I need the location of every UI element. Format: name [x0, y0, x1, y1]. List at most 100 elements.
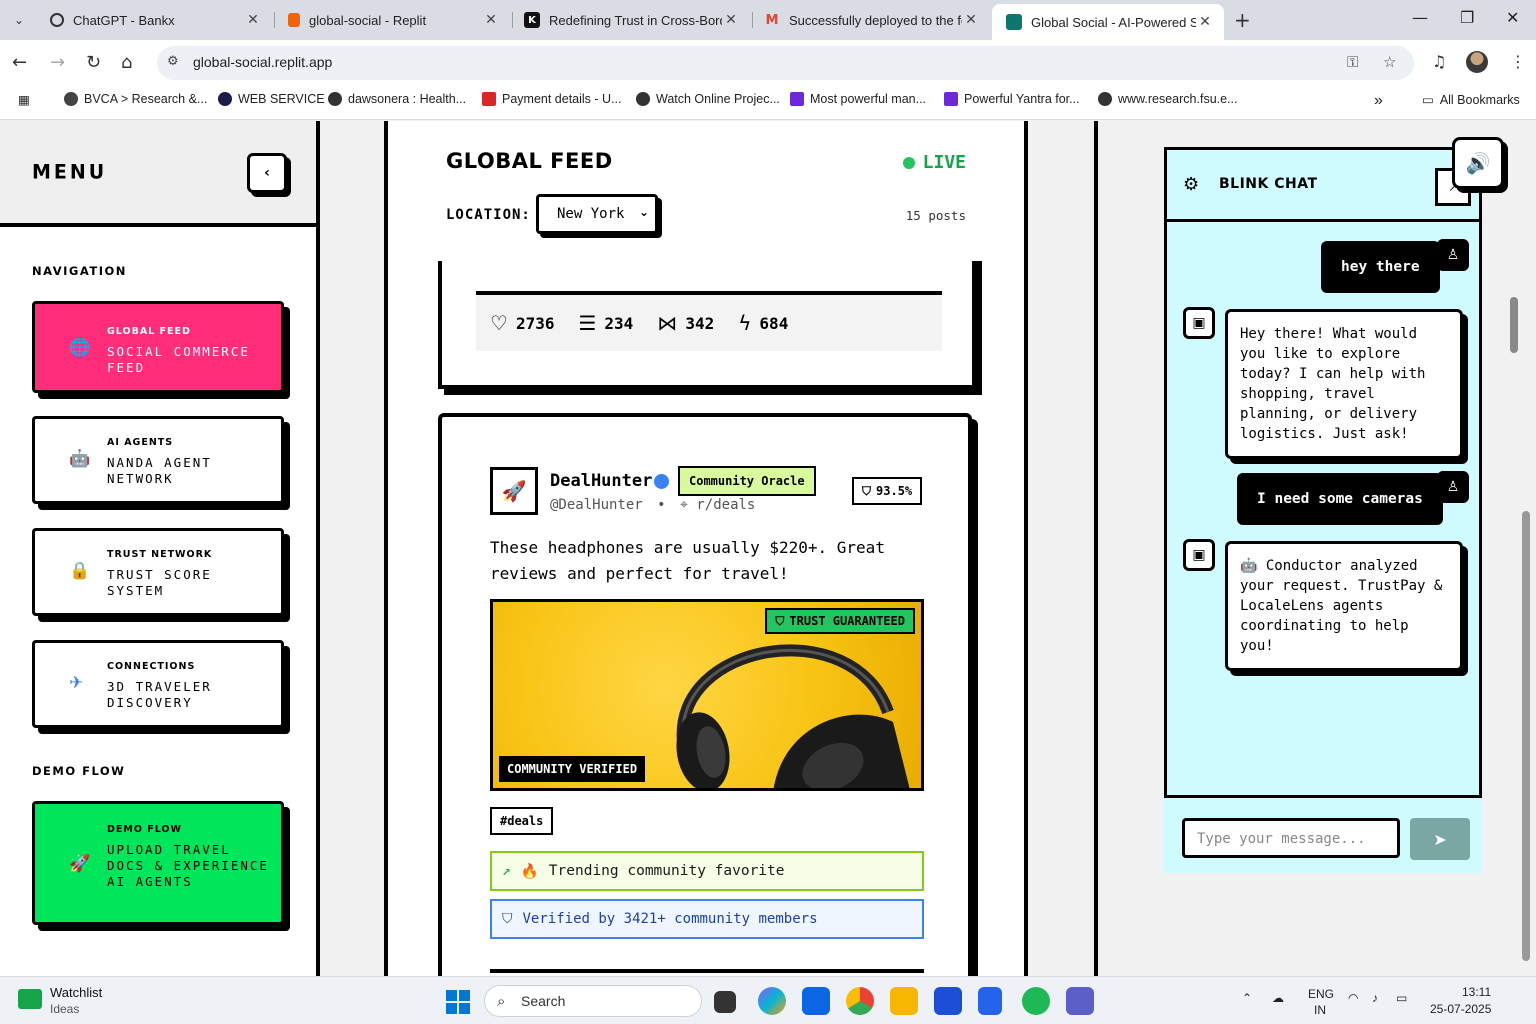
- hashtag-chip[interactable]: #deals: [490, 807, 554, 835]
- rocket-avatar-icon[interactable]: 🚀: [490, 467, 538, 515]
- tab-title: Redefining Trust in Cross-Borde: [549, 12, 722, 28]
- post-username[interactable]: DealHunter: [550, 471, 652, 491]
- tab-close-icon[interactable]: ✕: [244, 12, 262, 28]
- copilot-icon[interactable]: [758, 987, 786, 1015]
- nav-key: TRUST NETWORK: [107, 549, 213, 560]
- bookmark-web-service[interactable]: WEB SERVICE: [218, 92, 325, 106]
- bookmark-most-powerful[interactable]: Most powerful man...: [790, 92, 926, 106]
- trello-icon[interactable]: [802, 987, 830, 1015]
- bot-message-text: Conductor analyzed your request. TrustPa…: [1240, 558, 1443, 654]
- chat-title: BLINK CHAT: [1219, 176, 1318, 192]
- bookmark-star-icon[interactable]: ☆: [1383, 53, 1396, 71]
- nav-connections[interactable]: ✈ CONNECTIONS 3D TRAVELER DISCOVERY: [32, 640, 284, 728]
- page-scroll-thumb[interactable]: [1522, 511, 1530, 961]
- clock-date[interactable]: 25-07-2025: [1430, 1002, 1491, 1016]
- tab-close-icon[interactable]: ✕: [722, 12, 740, 28]
- back-icon[interactable]: ←: [12, 52, 27, 73]
- reload-icon[interactable]: ↻: [86, 52, 101, 73]
- file-explorer-icon[interactable]: [890, 987, 918, 1015]
- chat-scroll-thumb[interactable]: [1510, 297, 1518, 353]
- nav-value: TRUST SCORE SYSTEM: [107, 567, 212, 598]
- bookmark-payment[interactable]: Payment details - U...: [482, 92, 622, 106]
- post-community[interactable]: r/deals: [696, 497, 755, 513]
- nav-key: DEMO FLOW: [107, 824, 182, 835]
- bookmark-watch-online[interactable]: Watch Online Projec...: [636, 92, 780, 106]
- tab-close-icon[interactable]: ✕: [962, 12, 980, 28]
- home-icon[interactable]: ⌂: [121, 52, 132, 73]
- password-key-icon[interactable]: ⚿: [1347, 53, 1358, 71]
- bot-message: 🤖 Conductor analyzed your request. Trust…: [1225, 541, 1463, 671]
- bookmark-label: dawsonera : Health...: [348, 92, 467, 106]
- tab-gmail[interactable]: M Successfully deployed to the fo ✕: [750, 4, 990, 36]
- collapse-sidebar-button[interactable]: ‹: [247, 153, 287, 193]
- bookmark-powerful-yantra[interactable]: Powerful Yantra for...: [944, 92, 1080, 106]
- bookmark-dawsonera[interactable]: dawsonera : Health...: [328, 92, 466, 106]
- send-button[interactable]: ➤: [1410, 818, 1470, 860]
- global-feed-panel: ♡ 2736 ☰ 234 ⋈ 342 ϟ 684 GLOBAL FEED LIVE LO…: [384, 121, 1028, 976]
- nav-global-feed[interactable]: 🌐 GLOBAL FEED SOCIAL COMMERCE FEED: [32, 301, 284, 393]
- comment-stat[interactable]: ☰ 234: [578, 311, 633, 335]
- store-icon[interactable]: [934, 987, 962, 1015]
- all-bookmarks[interactable]: ▭ All Bookmarks: [1422, 92, 1520, 108]
- more-bookmarks-icon[interactable]: »: [1374, 92, 1383, 110]
- bookmark-bvca[interactable]: BVCA > Research &...: [64, 92, 207, 106]
- volume-icon[interactable]: ♪: [1372, 991, 1378, 1005]
- bookmark-research-fsu[interactable]: www.research.fsu.e...: [1098, 92, 1238, 106]
- shield-icon: ⛉: [502, 911, 513, 927]
- boost-stat[interactable]: ϟ 684: [738, 311, 788, 335]
- chrome-icon[interactable]: [846, 987, 874, 1015]
- address-bar[interactable]: ⚙ global-social.replit.app ⚿ ☆: [157, 46, 1414, 80]
- tab-global-social[interactable]: Global Social - AI-Powered Soc ✕: [992, 4, 1224, 40]
- tab-close-icon[interactable]: ✕: [482, 12, 500, 28]
- apps-grid-icon[interactable]: ▦: [18, 92, 30, 107]
- community-oracle-badge: Community Oracle: [678, 466, 816, 496]
- nav-key: GLOBAL FEED: [107, 326, 191, 337]
- spotify-icon[interactable]: [1022, 987, 1050, 1015]
- watchlist-icon[interactable]: [18, 989, 42, 1009]
- watchlist-subtitle: Ideas: [50, 1002, 80, 1016]
- close-window-icon[interactable]: ✕: [1506, 8, 1519, 27]
- post-handle[interactable]: @DealHunter: [550, 497, 643, 513]
- tab-replit[interactable]: global-social - Replit ✕: [274, 4, 510, 36]
- wifi-icon[interactable]: ◠: [1348, 991, 1358, 1005]
- watchlist-title[interactable]: Watchlist: [50, 985, 102, 1000]
- media-control-icon[interactable]: ♫: [1432, 52, 1446, 71]
- forward-icon[interactable]: →: [50, 52, 65, 73]
- snipping-tool-icon[interactable]: [978, 987, 1002, 1015]
- folder-icon: ▭: [1422, 93, 1434, 107]
- language-bottom[interactable]: IN: [1314, 1003, 1326, 1017]
- minimize-icon[interactable]: —: [1412, 8, 1428, 27]
- task-view-icon[interactable]: [714, 991, 736, 1013]
- blink-chat-panel: ⚙ BLINK CHAT ↗ hey there ♙ ▣ Hey there! …: [1164, 147, 1482, 873]
- tab-search-chevron-icon[interactable]: ⌄: [6, 8, 32, 32]
- battery-icon[interactable]: ▭: [1396, 991, 1407, 1005]
- tab-close-icon[interactable]: ✕: [1196, 14, 1214, 30]
- onedrive-icon[interactable]: ☁: [1272, 991, 1284, 1005]
- tab-chatgpt[interactable]: ChatGPT - Bankx ✕: [36, 4, 272, 36]
- taskbar-search[interactable]: ⌕ Search: [484, 985, 702, 1017]
- profile-avatar[interactable]: [1466, 51, 1488, 73]
- windows-start-icon[interactable]: [446, 990, 470, 1014]
- clock-time[interactable]: 13:11: [1462, 985, 1491, 999]
- navigation-label: NAVIGATION: [32, 264, 127, 278]
- more-menu-icon[interactable]: ⋮: [1510, 52, 1526, 71]
- nav-trust-network[interactable]: 🔒 TRUST NETWORK TRUST SCORE SYSTEM: [32, 528, 284, 616]
- headphones-image[interactable]: ⛉ TRUST GUARANTEED COMMUNITY VERIFIED: [490, 599, 924, 791]
- restore-icon[interactable]: ❐: [1460, 8, 1474, 27]
- site-info-icon[interactable]: ⚙: [167, 54, 179, 69]
- nav-ai-agents[interactable]: 🤖 AI AGENTS NANDA AGENT NETWORK: [32, 416, 284, 504]
- chat-message-input[interactable]: Type your message...: [1182, 818, 1400, 858]
- new-tab-icon[interactable]: +: [1234, 8, 1251, 32]
- show-hidden-icons-icon[interactable]: ⌃: [1242, 991, 1252, 1005]
- like-count: 2736: [515, 313, 555, 333]
- user-avatar-icon: ♙: [1437, 471, 1469, 503]
- language-top[interactable]: ENG: [1308, 987, 1334, 1001]
- teams-icon[interactable]: [1066, 987, 1094, 1015]
- share-stat[interactable]: ⋈ 342: [657, 311, 714, 335]
- location-select[interactable]: New York ⌄: [536, 194, 658, 234]
- globe-icon: [64, 92, 78, 106]
- like-stat[interactable]: ♡ 2736: [490, 311, 554, 335]
- nav-demo-flow[interactable]: 🚀 DEMO FLOW UPLOAD TRAVEL DOCS & EXPERIE…: [32, 801, 284, 925]
- tab-redefining-trust[interactable]: K Redefining Trust in Cross-Borde ✕: [510, 4, 750, 36]
- speaker-toggle-button[interactable]: 🔊: [1452, 137, 1504, 189]
